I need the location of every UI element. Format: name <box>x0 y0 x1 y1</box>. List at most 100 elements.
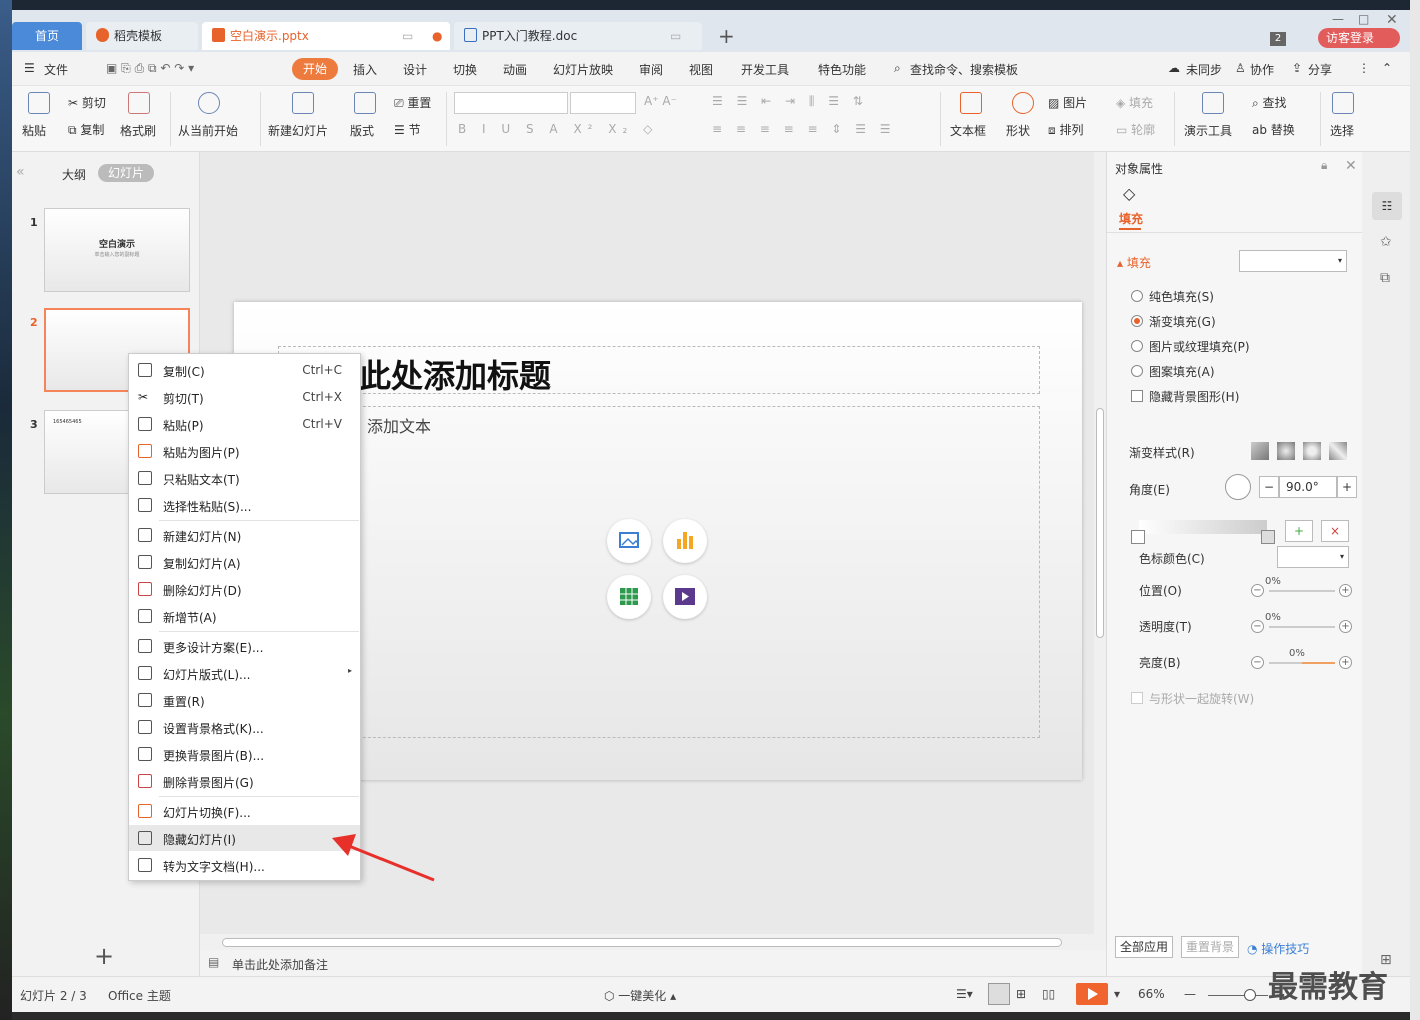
beautify-button[interactable]: ⬡ 一键美化 ▴ <box>604 987 676 1004</box>
shape-button[interactable]: 形状 <box>1006 122 1030 139</box>
menu-item-delete-slide[interactable]: 删除幻灯片(D) <box>129 576 360 602</box>
notes-toggle-icon[interactable]: ☰▾ <box>956 987 973 1001</box>
format-brush-button[interactable]: 格式刷 <box>120 122 156 139</box>
paste-icon[interactable] <box>28 92 50 114</box>
hamburger-icon[interactable]: ☰ <box>24 61 35 75</box>
shape-edit-icon[interactable]: ⧉ <box>1380 270 1390 286</box>
fill-bucket-icon[interactable]: ◇ <box>1123 184 1135 203</box>
radio-pattern[interactable] <box>1131 365 1143 377</box>
font-name-dropdown[interactable] <box>454 92 568 114</box>
present-tools-button[interactable]: 演示工具 <box>1184 122 1232 139</box>
insert-chart-icon[interactable] <box>663 519 707 563</box>
gradient-stop-left[interactable] <box>1131 530 1145 544</box>
angle-increment[interactable]: + <box>1337 476 1357 498</box>
menu-item-slide-transition[interactable]: 幻灯片切换(F)... <box>129 798 360 824</box>
menu-item-add-section[interactable]: 新增节(A) <box>129 603 360 629</box>
copy-button[interactable]: ⧉ 复制 <box>68 121 104 138</box>
menu-item-paste[interactable]: 粘贴(P) Ctrl+V <box>129 411 360 437</box>
menu-item-more-designs[interactable]: 更多设计方案(E)... <box>129 633 360 659</box>
play-slideshow-button[interactable] <box>1076 983 1108 1005</box>
menu-item-hide-slide[interactable]: 隐藏幻灯片(I) <box>129 825 360 851</box>
title-placeholder[interactable]: 此处添加标题 <box>278 346 1040 395</box>
position-plus[interactable]: + <box>1339 584 1352 597</box>
share-button[interactable]: 分享 <box>1308 61 1332 78</box>
quick-access-icons[interactable]: ▣ ⎘ ⎙ ⧉ ↶ ↷ ▾ <box>106 61 194 76</box>
add-stop-icon[interactable]: + <box>1285 520 1313 542</box>
transparency-plus[interactable]: + <box>1339 620 1352 633</box>
fill-button[interactable]: ◈ 填充 <box>1116 94 1153 111</box>
menu-file[interactable]: 文件 <box>44 61 68 78</box>
brightness-slider[interactable] <box>1269 662 1335 664</box>
transparency-minus[interactable]: − <box>1251 620 1264 633</box>
tab-ppt-file[interactable]: 空白演示.pptx ▭ ● <box>202 22 450 50</box>
textbox-icon[interactable] <box>960 92 982 114</box>
zoom-out-icon[interactable]: — <box>1184 987 1196 1001</box>
tab-home[interactable]: 首页 <box>12 22 82 50</box>
menu-item-change-bg-picture[interactable]: 更换背景图片(B)... <box>129 741 360 767</box>
reset-background-button[interactable]: 重置背景 <box>1181 936 1239 958</box>
from-current-button[interactable]: 从当前开始 <box>178 122 238 139</box>
gradient-style-radial[interactable] <box>1277 442 1295 460</box>
menu-animation[interactable]: 动画 <box>503 61 527 78</box>
gradient-style-linear[interactable] <box>1251 442 1269 460</box>
delete-stop-icon[interactable]: × <box>1321 520 1349 542</box>
apply-all-button[interactable]: 全部应用 <box>1115 936 1173 958</box>
present-tools-icon[interactable] <box>1202 92 1224 114</box>
paste-button[interactable]: 粘贴 <box>22 122 46 139</box>
stop-color-dropdown[interactable]: ▾ <box>1277 546 1349 568</box>
brightness-plus[interactable]: + <box>1339 656 1352 669</box>
new-slide-button[interactable]: 新建幻灯片 <box>268 122 328 139</box>
gradient-stop-right[interactable] <box>1261 530 1275 544</box>
radio-gradient[interactable] <box>1131 315 1143 327</box>
menu-item-paste-special[interactable]: 选择性粘贴(S)... <box>129 492 360 518</box>
add-slide-plus-icon[interactable]: + <box>94 942 114 970</box>
picture-button[interactable]: ▨ 图片 <box>1048 94 1087 111</box>
shape-icon[interactable] <box>1012 92 1034 114</box>
minimize-icon[interactable]: — <box>1332 12 1344 26</box>
menu-switch[interactable]: 切换 <box>453 61 477 78</box>
arrange-button[interactable]: ⧈ 排列 <box>1048 121 1083 138</box>
slide-sorter-icon[interactable]: ⊞ <box>1016 987 1026 1001</box>
more-icon[interactable]: ⋮ <box>1358 61 1370 75</box>
menu-item-reset[interactable]: 重置(R) <box>129 687 360 713</box>
sync-status[interactable]: 未同步 <box>1186 61 1222 78</box>
menu-item-duplicate-slide[interactable]: 复制幻灯片(A) <box>129 549 360 575</box>
fill-section-header[interactable]: ▴ 填充 <box>1117 254 1151 271</box>
menu-item-new-slide[interactable]: 新建幻灯片(N) <box>129 522 360 548</box>
reading-view-icon[interactable]: ▯▯ <box>1042 987 1055 1001</box>
vertical-scrollbar[interactable] <box>1094 152 1106 934</box>
angle-dial[interactable] <box>1225 474 1251 500</box>
login-button[interactable]: 访客登录 <box>1318 28 1400 48</box>
normal-view-icon[interactable] <box>988 983 1010 1005</box>
collaborate-button[interactable]: 协作 <box>1250 61 1274 78</box>
menu-start[interactable]: 开始 <box>292 58 338 80</box>
layout-icon[interactable] <box>354 92 376 114</box>
menu-view[interactable]: 视图 <box>689 61 713 78</box>
command-search[interactable]: 查找命令、搜索模板 <box>910 61 1018 78</box>
zoom-slider-thumb[interactable] <box>1244 989 1256 1001</box>
textbox-button[interactable]: 文本框 <box>950 122 986 139</box>
radio-picture[interactable] <box>1131 340 1143 352</box>
fill-preset-dropdown[interactable]: ▾ <box>1239 250 1347 272</box>
close-panel-icon[interactable]: ✕ <box>1345 158 1357 174</box>
zoom-level[interactable]: 66% <box>1138 987 1165 1001</box>
collapse-ribbon-icon[interactable]: ⌃ <box>1382 61 1392 75</box>
menu-item-cut[interactable]: ✂ 剪切(T) Ctrl+X <box>129 384 360 410</box>
menu-design[interactable]: 设计 <box>403 61 427 78</box>
play-options-icon[interactable]: ▾ <box>1114 987 1120 1001</box>
close-icon[interactable]: ✕ <box>1386 12 1398 28</box>
brightness-minus[interactable]: − <box>1251 656 1264 669</box>
slide-thumbnail-1[interactable]: 空白演示 单击输入您的副标题 <box>44 208 190 292</box>
current-slide[interactable]: 此处添加标题 添加文本 <box>234 302 1082 780</box>
find-button[interactable]: ⌕ 查找 <box>1252 94 1287 111</box>
lock-icon[interactable]: 🔒︎ <box>1321 158 1327 173</box>
tab-doc-file[interactable]: PPT入门教程.doc ▭ <box>454 22 702 50</box>
notes-pane[interactable]: ▤ 单击此处添加备注 <box>200 950 1106 976</box>
scroll-thumb[interactable] <box>1096 408 1104 638</box>
position-minus[interactable]: − <box>1251 584 1264 597</box>
tab-slides[interactable]: 幻灯片 <box>98 164 154 182</box>
tab-fill[interactable]: 填充 <box>1119 210 1143 227</box>
gradient-style-rect[interactable] <box>1303 442 1321 460</box>
menu-item-delete-bg-picture[interactable]: 删除背景图片(G) <box>129 768 360 794</box>
horizontal-scrollbar[interactable] <box>200 934 1106 950</box>
